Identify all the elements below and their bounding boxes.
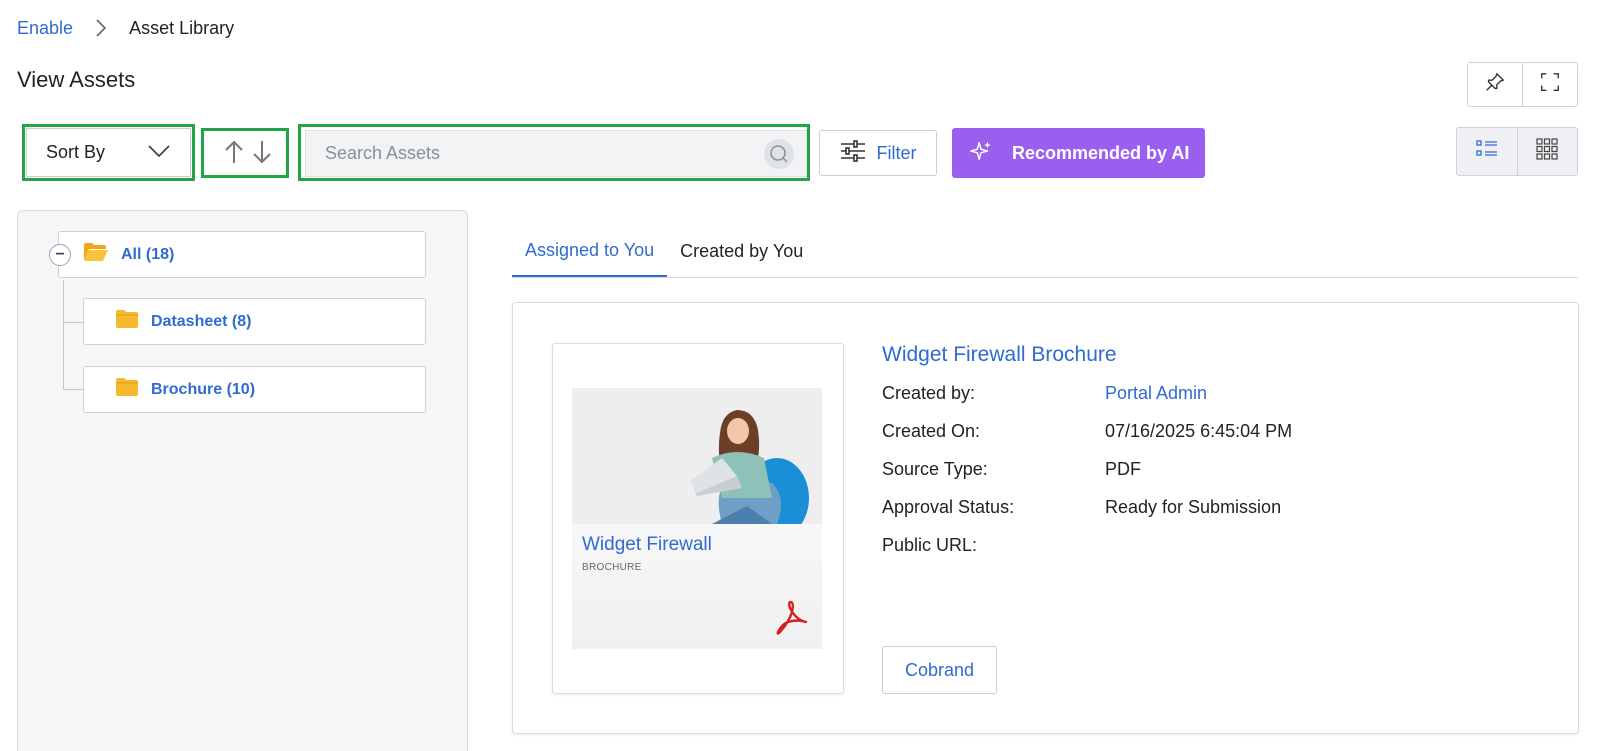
grid-view-icon [1536, 138, 1558, 165]
pin-button[interactable] [1468, 63, 1522, 106]
sort-by-label: Sort By [46, 142, 106, 162]
tab-created-by-you[interactable]: Created by You [667, 226, 816, 277]
folder-tree-panel [17, 210, 468, 751]
pin-icon [1484, 71, 1506, 98]
list-view-icon [1476, 139, 1498, 164]
breadcrumb: Enable Asset Library [17, 16, 234, 40]
grid-view-button[interactable] [1516, 128, 1578, 175]
created-on-label: Created On: [882, 421, 981, 441]
tree-node-brochure[interactable]: Brochure (10) [83, 366, 426, 413]
recommended-by-ai-button[interactable]: Recommended by AI [952, 128, 1205, 178]
folder-open-icon [83, 241, 109, 268]
sparkle-icon [970, 140, 992, 167]
page-title: View Assets [17, 67, 136, 92]
created-by-label: Created by: [882, 383, 976, 403]
public-url-label: Public URL: [882, 535, 978, 555]
sort-by-select[interactable]: Sort By [26, 128, 191, 177]
approval-status-label: Approval Status: [882, 497, 1015, 517]
tree-connector [63, 322, 83, 323]
breadcrumb-enable-link[interactable]: Enable [17, 18, 73, 39]
tree-connector [63, 389, 83, 390]
tree-node-datasheet[interactable]: Datasheet (8) [83, 298, 426, 345]
tree-node-label: Datasheet (8) [151, 312, 252, 330]
created-on-value: 07/16/2025 6:45:04 PM [1105, 421, 1293, 441]
pdf-icon [772, 598, 812, 643]
page-tools [1467, 62, 1578, 107]
arrow-down-icon[interactable] [252, 139, 272, 170]
tree-node-all[interactable]: All (18) [58, 231, 426, 278]
tree-connector [63, 280, 64, 389]
view-toggle [1456, 127, 1578, 176]
search-icon[interactable] [764, 138, 794, 169]
filter-label: Filter [876, 142, 917, 163]
filter-button[interactable]: Filter [819, 130, 937, 176]
breadcrumb-current: Asset Library [129, 17, 235, 38]
search-box [305, 130, 807, 177]
arrow-up-icon[interactable] [224, 139, 244, 170]
thumbnail-subtitle: BROCHURE [582, 562, 642, 573]
tree-node-label: Brochure (10) [151, 380, 256, 398]
asset-tabs: Assigned to You Created by You [512, 226, 1578, 278]
asset-title-link[interactable]: Widget Firewall Brochure [882, 343, 1117, 367]
created-by-value[interactable]: Portal Admin [1105, 383, 1207, 404]
folder-icon [115, 377, 139, 402]
sliders-icon [840, 139, 866, 168]
chevron-down-icon [148, 142, 170, 163]
tab-assigned-to-you[interactable]: Assigned to You [512, 226, 668, 277]
chevron-right-icon [95, 18, 107, 38]
fullscreen-button[interactable] [1522, 63, 1577, 106]
expand-icon [1539, 71, 1561, 98]
approval-status-value: Ready for Submission [1105, 497, 1282, 517]
ai-button-label: Recommended by AI [1012, 142, 1190, 163]
source-type-label: Source Type: [882, 459, 988, 479]
sort-order-buttons [207, 133, 289, 175]
cobrand-button[interactable]: Cobrand [882, 646, 997, 694]
search-input[interactable] [325, 143, 764, 164]
list-view-button[interactable] [1457, 128, 1517, 175]
collapse-icon[interactable]: − [49, 244, 71, 266]
thumbnail-photo [572, 388, 822, 524]
folder-icon [115, 309, 139, 334]
tree-node-label: All (18) [121, 245, 175, 263]
thumbnail-title: Widget Firewall [582, 534, 712, 555]
source-type-value: PDF [1105, 459, 1141, 479]
asset-thumbnail: Widget Firewall BROCHURE [572, 388, 822, 649]
